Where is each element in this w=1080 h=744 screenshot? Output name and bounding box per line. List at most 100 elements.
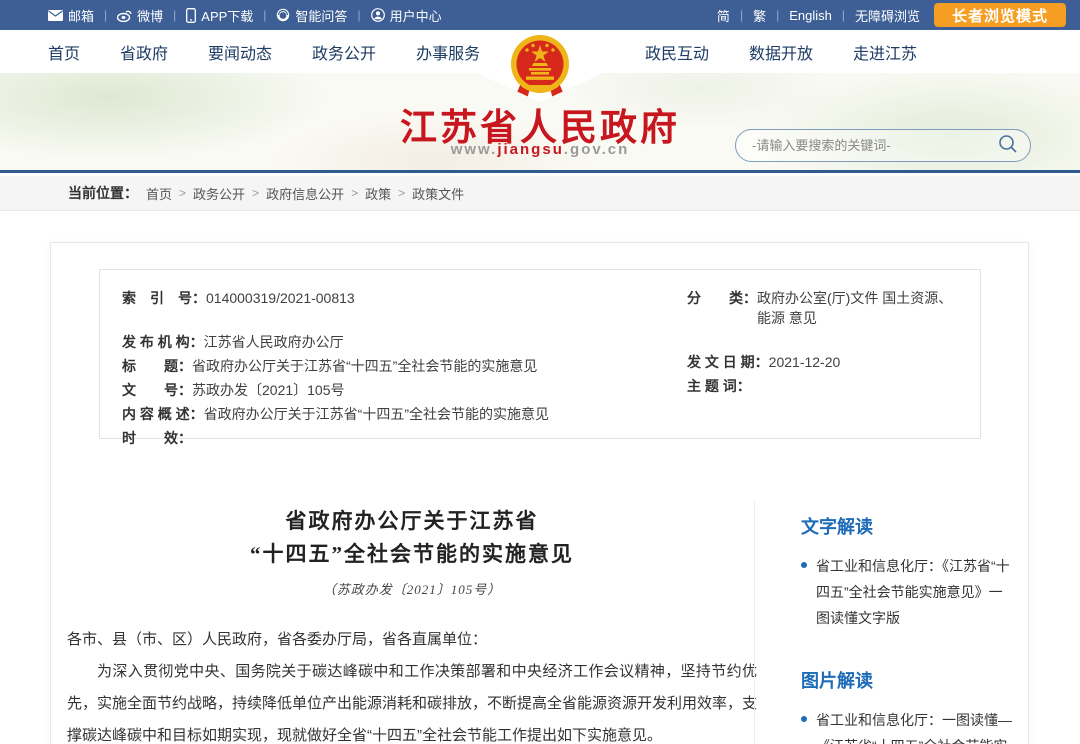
breadcrumb-policy-docs[interactable]: 政策文件 <box>412 184 464 203</box>
smart-qa-label: 智能问答 <box>295 6 347 25</box>
breadcrumb-separator: > <box>351 186 358 200</box>
app-download-link[interactable]: APP下载 <box>186 6 253 25</box>
article-body: 各市、县（市、区）人民政府，省各委办厅局，省各直属单位： 为深入贯彻党中央、国务… <box>67 624 757 744</box>
meta-row-validity: 时 效： <box>122 428 662 448</box>
meta-value: 014000319/2021-00813 <box>206 288 355 308</box>
meta-value: 政府办公室(厅)文件 国土资源、能源 意见 <box>757 288 962 328</box>
nav-left-group: 首页 省政府 要闻动态 政务公开 办事服务 <box>48 30 480 73</box>
meta-row-doc-number: 文 号： 苏政办发〔2021〕105号 <box>122 380 662 400</box>
nav-item-open-data[interactable]: 数据开放 <box>749 40 813 64</box>
breadcrumb: 当前位置： 首页 > 政务公开 > 政府信息公开 > 政策 > 政策文件 <box>0 176 1080 211</box>
meta-label: 发 文 日 期： <box>687 352 769 372</box>
sidebar-link-text: 省工业和信息化厅：一图读懂—《江苏省“十四五”全社会节能实施意见》 <box>816 707 1016 744</box>
meta-label: 分 类： <box>687 288 757 328</box>
chat-robot-icon <box>276 8 290 22</box>
nav-item-home[interactable]: 首页 <box>48 40 80 64</box>
content-card: 索 引 号： 014000319/2021-00813 发 布 机 构： 江苏省… <box>50 242 1029 744</box>
meta-row-issue-date: 发 文 日 期： 2021-12-20 <box>687 352 962 372</box>
meta-row-title: 标 题： 省政府办公厅关于江苏省“十四五”全社会节能的实施意见 <box>122 356 662 376</box>
nav-item-news[interactable]: 要闻动态 <box>208 40 272 64</box>
phone-icon <box>186 8 196 23</box>
smart-qa-link[interactable]: 智能问答 <box>276 6 347 25</box>
nav-item-provincial-gov[interactable]: 省政府 <box>120 40 168 64</box>
meta-label: 文 号： <box>122 380 192 400</box>
article: 省政府办公厅关于江苏省 “十四五”全社会节能的实施意见 （苏政办发〔2021〕1… <box>67 505 757 744</box>
article-title-line1: 省政府办公厅关于江苏省 <box>67 505 757 538</box>
meta-label: 标 题： <box>122 356 192 376</box>
meta-right-column: 分 类： 政府办公室(厅)文件 国土资源、能源 意见 发 文 日 期： 2021… <box>687 288 962 400</box>
document-meta-box: 索 引 号： 014000319/2021-00813 发 布 机 构： 江苏省… <box>99 269 981 439</box>
weibo-label: 微博 <box>137 6 163 25</box>
meta-row-index-no: 索 引 号： 014000319/2021-00813 <box>122 288 662 308</box>
user-icon <box>371 8 385 22</box>
site-url-domain: jiangsu <box>497 141 564 158</box>
meta-value: 省政府办公厅关于江苏省“十四五”全社会节能的实施意见 <box>192 356 537 376</box>
article-paragraph-intro: 为深入贯彻党中央、国务院关于碳达峰碳中和工作决策部署和中央经济工作会议精神，坚持… <box>67 656 757 744</box>
meta-label: 主 题 词： <box>687 376 751 396</box>
article-title: 省政府办公厅关于江苏省 “十四五”全社会节能的实施意见 <box>67 505 757 571</box>
separator: | <box>740 8 743 22</box>
meta-label: 发 布 机 构： <box>122 332 204 352</box>
meta-value: 江苏省人民政府办公厅 <box>204 332 344 352</box>
breadcrumb-home[interactable]: 首页 <box>146 184 172 203</box>
separator: | <box>173 8 176 22</box>
nav-item-gov-affairs[interactable]: 政务公开 <box>312 40 376 64</box>
accessibility-link[interactable]: 无障碍浏览 <box>855 6 920 25</box>
bullet-icon <box>801 562 807 568</box>
weibo-link[interactable]: 微博 <box>117 6 163 25</box>
breadcrumb-gov-affairs[interactable]: 政务公开 <box>193 184 245 203</box>
topbar-links: 邮箱 | 微博 | APP下载 | 智能问答 | 用户中心 <box>48 6 442 25</box>
meta-label: 索 引 号： <box>122 288 206 308</box>
meta-label: 内 容 概 述： <box>122 404 204 424</box>
article-paragraph-salutation: 各市、县（市、区）人民政府，省各委办厅局，省各直属单位： <box>67 624 757 656</box>
nav-item-interaction[interactable]: 政民互动 <box>645 40 709 64</box>
separator: | <box>263 8 266 22</box>
nav-item-into-jiangsu[interactable]: 走进江苏 <box>853 40 917 64</box>
sidebar-section-image-interpretation: 图片解读 省工业和信息化厅：一图读懂—《江苏省“十四五”全社会节能实施意见》 <box>801 667 1016 744</box>
mail-label: 邮箱 <box>68 6 94 25</box>
page: 邮箱 | 微博 | APP下载 | 智能问答 | 用户中心 <box>0 0 1080 744</box>
sidebar-link-text: 省工业和信息化厅：《江苏省“十四五”全社会节能实施意见》一图读懂文字版 <box>816 553 1016 631</box>
user-center-label: 用户中心 <box>390 6 442 25</box>
elder-mode-button[interactable]: 长者浏览模式 <box>934 3 1066 27</box>
sidebar-section-title[interactable]: 图片解读 <box>801 667 1016 693</box>
meta-row-category: 分 类： 政府办公室(厅)文件 国土资源、能源 意见 <box>687 288 962 328</box>
separator: | <box>776 8 779 22</box>
bullet-icon <box>801 716 807 722</box>
separator: | <box>104 8 107 22</box>
breadcrumb-policy[interactable]: 政策 <box>365 184 391 203</box>
meta-label: 时 效： <box>122 428 192 448</box>
search-input[interactable] <box>752 138 998 153</box>
article-doc-number: （苏政办发〔2021〕105号） <box>67 579 757 598</box>
meta-row-summary: 内 容 概 述： 省政府办公厅关于江苏省“十四五”全社会节能的实施意见 <box>122 404 662 424</box>
sidebar-section-text-interpretation: 文字解读 省工业和信息化厅：《江苏省“十四五”全社会节能实施意见》一图读懂文字版 <box>801 513 1016 631</box>
content-sidebar-divider <box>754 501 755 744</box>
lang-simplified[interactable]: 简 <box>717 6 730 25</box>
nav-item-services[interactable]: 办事服务 <box>416 40 480 64</box>
sidebar-link-item[interactable]: 省工业和信息化厅：一图读懂—《江苏省“十四五”全社会节能实施意见》 <box>801 707 1016 744</box>
nav-right-group: 政民互动 数据开放 走进江苏 <box>645 30 917 73</box>
breadcrumb-separator: > <box>179 186 186 200</box>
breadcrumb-separator: > <box>252 186 259 200</box>
topbar-lang-group: 简 | 繁 | English | 无障碍浏览 长者浏览模式 <box>717 3 1066 27</box>
search-icon <box>998 134 1018 157</box>
lang-english[interactable]: English <box>789 8 832 23</box>
site-url-prefix: www. <box>451 141 498 158</box>
breadcrumb-info-disclosure[interactable]: 政府信息公开 <box>266 184 344 203</box>
sidebar-section-title[interactable]: 文字解读 <box>801 513 1016 539</box>
breadcrumb-label: 当前位置： <box>68 183 138 203</box>
mail-icon <box>48 10 63 21</box>
meta-row-keywords: 主 题 词： <box>687 376 962 396</box>
meta-left-column: 索 引 号： 014000319/2021-00813 发 布 机 构： 江苏省… <box>122 288 662 452</box>
search-box <box>735 129 1031 162</box>
meta-value: 2021-12-20 <box>769 352 841 372</box>
breadcrumb-separator: > <box>398 186 405 200</box>
meta-value: 苏政办发〔2021〕105号 <box>192 380 345 400</box>
mail-link[interactable]: 邮箱 <box>48 6 94 25</box>
article-title-line2: “十四五”全社会节能的实施意见 <box>67 538 757 571</box>
sidebar-link-item[interactable]: 省工业和信息化厅：《江苏省“十四五”全社会节能实施意见》一图读懂文字版 <box>801 553 1016 631</box>
lang-traditional[interactable]: 繁 <box>753 6 766 25</box>
user-center-link[interactable]: 用户中心 <box>371 6 442 25</box>
national-emblem-icon <box>507 30 573 102</box>
search-button[interactable] <box>998 134 1018 157</box>
